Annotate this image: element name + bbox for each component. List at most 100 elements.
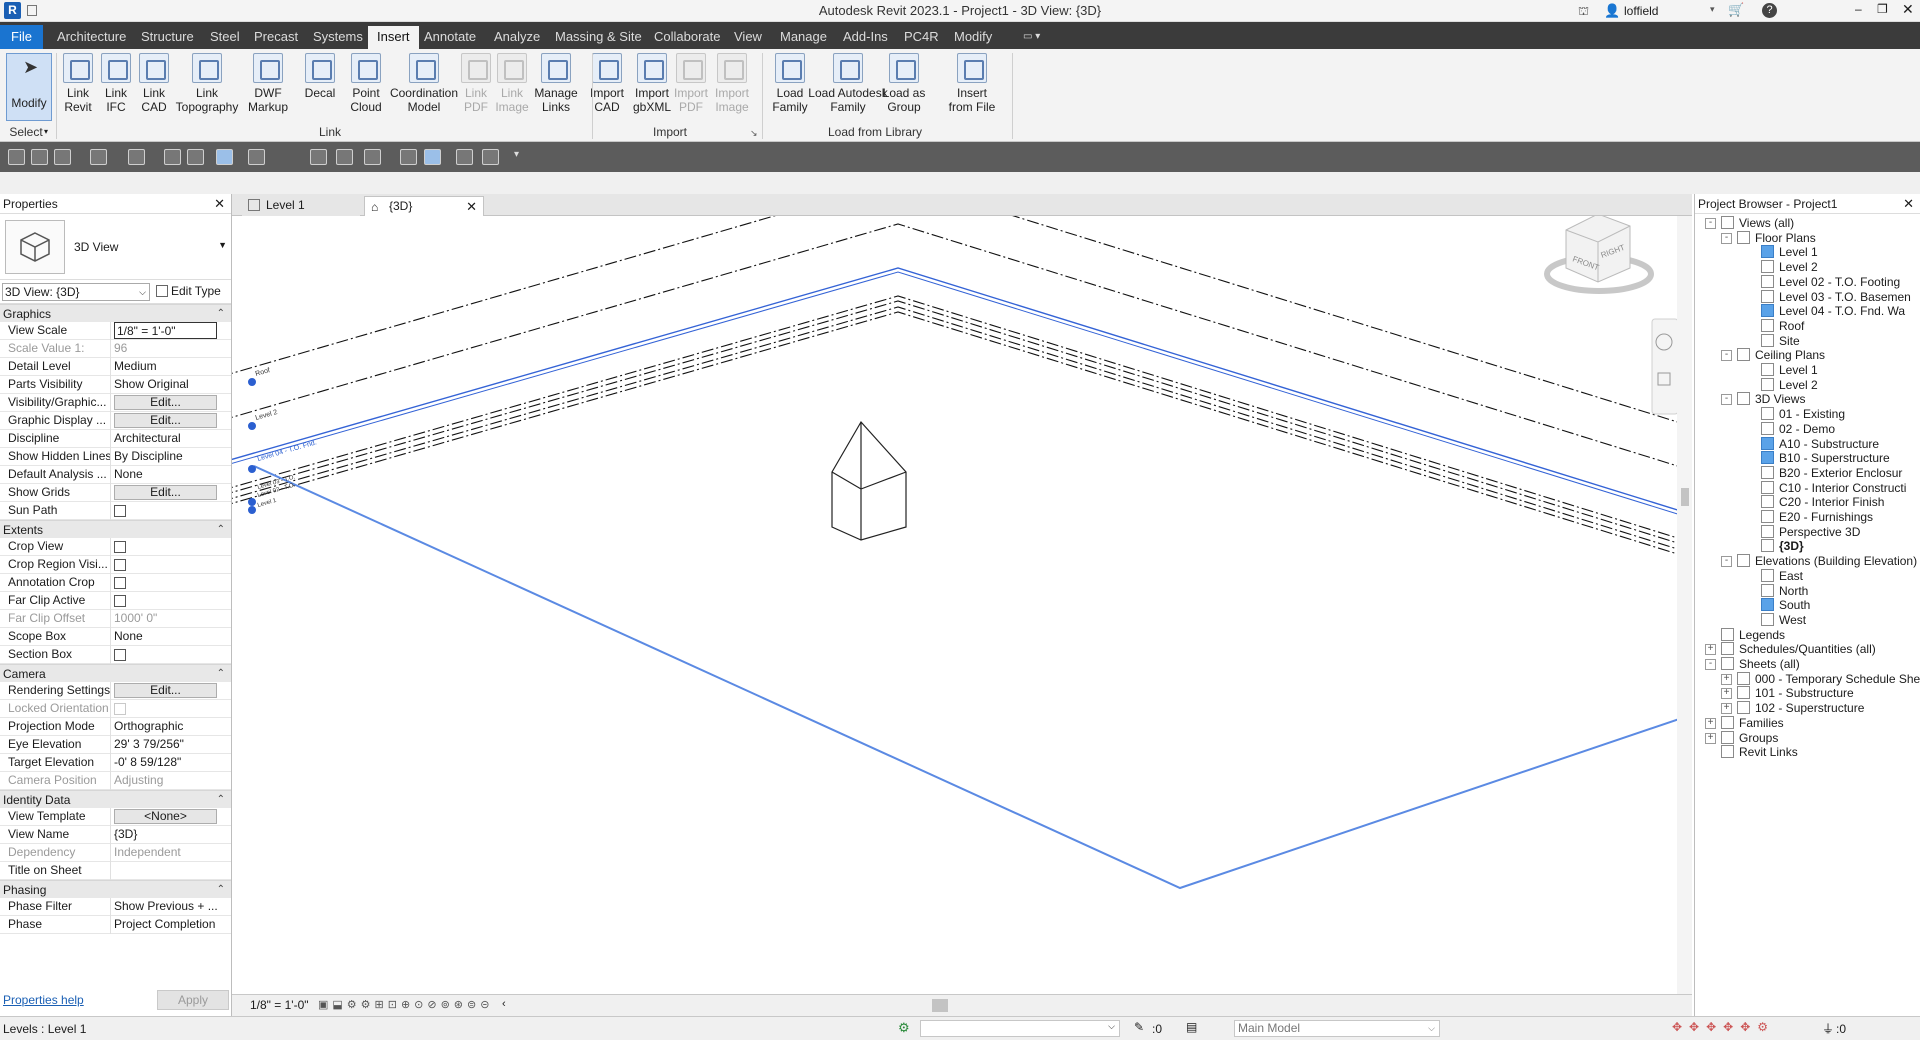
collapse-icon[interactable]: ⌃ [217,791,225,809]
close-properties-icon[interactable]: ✕ [214,194,225,214]
tab-pc4r[interactable]: PC4R [895,26,948,49]
view-scale-control[interactable]: 1/8" = 1'-0" [250,998,309,1012]
tab-file[interactable]: File [0,25,43,49]
tile-views-icon[interactable] [482,149,499,165]
property-edit-button[interactable]: Edit... [114,395,217,410]
tab-modify[interactable]: Modify [945,26,1001,49]
binoculars-icon[interactable]: ⛫ [1578,4,1589,20]
redo-icon[interactable] [128,149,145,165]
vertical-scrollbar[interactable] [1677,216,1692,994]
type-selector[interactable]: 3D View ▼ [0,214,231,280]
level-tag-level-2[interactable]: Level 2 [255,409,279,422]
apply-button[interactable]: Apply [157,990,229,1010]
tab-collaborate[interactable]: Collaborate [645,26,730,49]
select-panel-label[interactable]: Select [6,125,46,139]
import-image-button[interactable]: Import Image [712,53,752,114]
open-icon[interactable] [8,149,25,165]
property-edit-button[interactable]: Edit... [114,485,217,500]
section-header[interactable]: Phasing ⌃ [0,880,231,898]
property-value[interactable]: 1/8" = 1'-0" [114,322,217,339]
collapse-node-icon[interactable]: - [1705,218,1716,229]
property-edit-button[interactable]: <None> [114,809,217,824]
import-gbxml-button[interactable]: Import gbXML [630,53,674,114]
thin-lines-icon[interactable] [216,149,233,165]
property-checkbox[interactable] [114,577,126,589]
tab-insert[interactable]: Insert [368,26,419,49]
viewcube[interactable]: FRONT RIGHT [1544,213,1654,294]
drawing-canvas[interactable]: Roof Level 2 Level 04 - T.O. Fnd. Level … [201,179,1695,994]
expand-node-icon[interactable]: + [1705,644,1716,656]
browser-item[interactable]: Revit Links [1721,743,1798,761]
expand-node-icon[interactable]: + [1705,717,1716,729]
collapse-icon[interactable]: ⌃ [217,305,225,323]
view-tab-3d[interactable]: ⌂ {3D} ✕ [364,196,484,216]
tab-analyze[interactable]: Analyze [485,26,549,49]
sync-icon[interactable] [54,149,71,165]
section-header[interactable]: Extents ⌃ [0,520,231,538]
decal-button[interactable]: Decal [304,53,336,100]
import-pdf-button[interactable]: Import PDF [672,53,710,114]
tab-precast[interactable]: Precast [245,26,307,49]
design-options-icon[interactable]: ▤ [1186,1020,1197,1034]
user-name[interactable]: loffield [1624,4,1658,18]
close-window-icon[interactable]: ✕ [1902,1,1914,18]
property-value[interactable]: {3D} [114,826,217,843]
detail-level-icon[interactable]: ▣⬓⚙⚙⊞⊡⊕⊙⊘⊚⊛⊜⊝ [318,998,493,1011]
expand-node-icon[interactable]: + [1721,688,1732,700]
property-value[interactable]: Show Previous + ... [114,898,217,915]
link-cad-button[interactable]: Link CAD [136,53,172,114]
filter-icon[interactable]: ⏚ [1822,1020,1834,1037]
select-dropdown-icon[interactable]: ▾ [44,127,48,136]
coordination-model-button[interactable]: Coordination Model [386,53,462,114]
minimize-icon[interactable]: – [1855,2,1862,16]
import-panel-launcher-icon[interactable]: ↘ [750,128,758,139]
tab-annotate[interactable]: Annotate [415,26,485,49]
qat-customize-icon[interactable]: ▾ [514,149,519,160]
tab-steel[interactable]: Steel [201,26,249,49]
restore-icon[interactable]: ❐ [1877,2,1888,16]
horizontal-scroll-thumb[interactable] [932,999,948,1012]
3d-view-icon[interactable] [364,149,381,165]
property-checkbox[interactable] [114,559,126,571]
collapse-icon[interactable]: ⌃ [217,881,225,899]
collapse-node-icon[interactable]: - [1721,394,1732,406]
property-checkbox[interactable] [114,649,126,661]
property-checkbox[interactable] [114,595,126,607]
tab-structure[interactable]: Structure [132,26,203,49]
property-value[interactable]: 29' 3 79/256" [114,736,217,753]
tab-view[interactable]: View [725,26,771,49]
editable-only-icon[interactable]: ✎ [1134,1020,1144,1034]
type-dropdown-icon[interactable]: ▼ [218,240,227,250]
insert-from-file-button[interactable]: Insert from File [942,53,1002,114]
section-header[interactable]: Graphics ⌃ [0,304,231,322]
link-topography-button[interactable]: Link Topography [172,53,242,114]
tab-massing-site[interactable]: Massing & Site [546,26,651,49]
import-cad-button[interactable]: Import CAD [588,53,626,114]
expand-node-icon[interactable]: + [1721,703,1732,715]
property-value[interactable]: Orthographic [114,718,217,735]
link-revit-button[interactable]: Link Revit [60,53,96,114]
property-value[interactable]: Medium [114,358,217,375]
link-ifc-button[interactable]: Link IFC [98,53,134,114]
link-pdf-button[interactable]: Link PDF [458,53,494,114]
property-value[interactable]: None [114,466,217,483]
collapse-icon[interactable]: ⌃ [217,521,225,539]
property-value[interactable]: By Discipline [114,448,217,465]
level-tag-roof[interactable]: Roof [255,367,271,378]
undo-icon[interactable] [90,149,107,165]
collapse-node-icon[interactable]: - [1721,556,1732,568]
properties-help-link[interactable]: Properties help [3,993,84,1007]
property-value[interactable]: Project Completion [114,916,217,933]
close-hidden-icon[interactable] [456,149,473,165]
expand-node-icon[interactable]: + [1721,673,1732,685]
section-icon[interactable] [400,149,417,165]
print-icon[interactable] [164,149,181,165]
3d-model-view[interactable]: Roof Level 2 Level 04 - T.O. Fnd. Level … [201,179,1695,994]
user-dropdown-icon[interactable]: ▾ [1710,4,1715,15]
load-autodesk-family-button[interactable]: Load Autodesk Family [806,53,890,114]
switch-windows-icon[interactable] [424,149,441,165]
instance-filter-select[interactable]: 3D View: {3D} ⌵ [2,283,150,301]
selection-toggles-icon[interactable]: ✥✥✥✥✥⚙ [1672,1020,1775,1034]
modify-button[interactable]: ➤ Modify [6,53,52,121]
property-checkbox[interactable] [114,541,126,553]
